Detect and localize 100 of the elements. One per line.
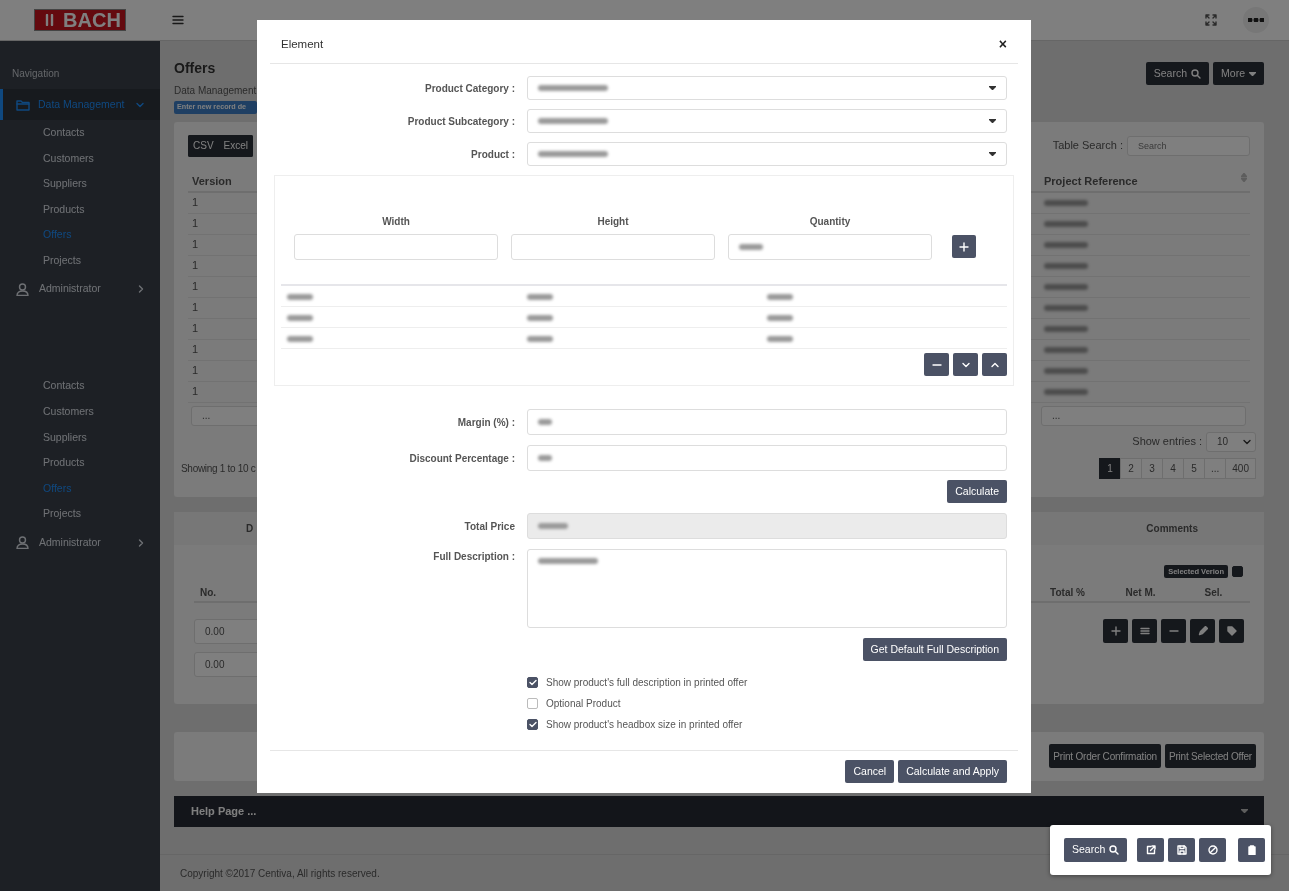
- sidebar-link[interactable]: Products: [0, 196, 160, 223]
- list-button[interactable]: [1132, 619, 1157, 644]
- print-button[interactable]: Print Selected Offer: [1164, 744, 1256, 769]
- table-cell-text: 1: [191, 237, 200, 253]
- open-button[interactable]: [1137, 838, 1165, 862]
- page-link[interactable]: 5: [1182, 457, 1205, 479]
- edit-button[interactable]: [1190, 619, 1215, 644]
- sidebar-group[interactable]: Administrator: [0, 527, 160, 559]
- page-link[interactable]: 1: [1098, 457, 1121, 479]
- more-button[interactable]: More: [1213, 62, 1264, 85]
- table-search-field[interactable]: Search: [1127, 135, 1250, 156]
- table-cell-text: 1: [191, 279, 200, 295]
- search-button[interactable]: Search: [1145, 62, 1210, 85]
- check-icon: [528, 721, 537, 728]
- table-cell-text: 1: [191, 216, 200, 232]
- checkbox[interactable]: [527, 719, 538, 730]
- plus-icon: [959, 241, 969, 252]
- chevron-down-icon: [136, 101, 144, 108]
- calculate-button[interactable]: Calculate: [947, 480, 1007, 503]
- search-label: Table Search :: [1052, 138, 1123, 154]
- add-button[interactable]: [1103, 619, 1128, 644]
- column-label: Width: [382, 215, 410, 229]
- help-bar[interactable]: Help Page ...: [174, 795, 1264, 827]
- description-field[interactable]: [527, 549, 1007, 628]
- sidebar-group[interactable]: Data Management: [0, 89, 160, 120]
- field-label: Discount Percentage :: [408, 451, 515, 466]
- selected-version-checkbox[interactable]: [1232, 566, 1243, 577]
- select-field[interactable]: [527, 76, 1007, 100]
- input-field[interactable]: [728, 234, 932, 260]
- logo-mark-icon: [45, 14, 56, 26]
- caret-icon: [1241, 809, 1248, 814]
- tag-icon: [1226, 626, 1237, 637]
- sidebar-group[interactable]: Administrator: [0, 273, 160, 305]
- column-header[interactable]: Version: [188, 172, 257, 190]
- column-header: Total %: [1049, 585, 1086, 600]
- select-field[interactable]: [527, 109, 1007, 133]
- caret-icon: [989, 119, 996, 123]
- tag-button[interactable]: [1219, 619, 1244, 644]
- cancel-icon: [1207, 845, 1218, 855]
- tab-label[interactable]: D: [246, 520, 254, 536]
- remove-button[interactable]: [1161, 619, 1186, 644]
- select-field[interactable]: [527, 142, 1007, 166]
- print-button[interactable]: Print Order Confirmation: [1049, 744, 1161, 769]
- page-link[interactable]: 3: [1140, 457, 1163, 479]
- page-link[interactable]: 400: [1225, 457, 1256, 479]
- chevron-down-icon: [1243, 438, 1251, 445]
- check-icon: [528, 679, 537, 686]
- chevron-down-icon: [961, 361, 970, 368]
- input-field[interactable]: [527, 409, 1007, 435]
- sidebar-link[interactable]: Customers: [0, 145, 160, 172]
- sidebar-link[interactable]: Suppliers: [0, 424, 160, 451]
- sidebar-link[interactable]: Contacts: [0, 120, 160, 146]
- logo-text: BACH: [63, 8, 121, 33]
- sidebar-link[interactable]: Projects: [0, 247, 160, 274]
- cancel-button[interactable]: Cancel: [845, 760, 895, 783]
- column-header: Sel.: [1203, 585, 1224, 600]
- page-link[interactable]: 2: [1119, 457, 1142, 479]
- column-header[interactable]: Project Reference: [1044, 172, 1138, 190]
- copyright-text: Copyright ©2017 Centiva, All rights reserved.: [180, 867, 380, 879]
- checkbox[interactable]: [527, 677, 538, 688]
- remove-button[interactable]: [924, 353, 949, 376]
- fullscreen-icon[interactable]: [1205, 14, 1217, 26]
- more-options-button[interactable]: [1243, 7, 1269, 33]
- entries-label: Show entries :: [1132, 434, 1202, 450]
- move-down-button[interactable]: [953, 353, 978, 376]
- list-icon: [1139, 626, 1150, 637]
- filter-field[interactable]: ...: [1041, 405, 1246, 426]
- clipboard-button[interactable]: [1238, 838, 1266, 862]
- entries-select[interactable]: 10: [1206, 431, 1256, 452]
- input-field[interactable]: [294, 234, 498, 260]
- checkbox-label: Optional Product: [546, 697, 621, 711]
- input-field[interactable]: [511, 234, 715, 260]
- sidebar-link[interactable]: Products: [0, 450, 160, 476]
- default-description-button[interactable]: Get Default Full Description: [862, 638, 1007, 661]
- number-field[interactable]: 0.00: [194, 652, 260, 678]
- number-field[interactable]: 0.00: [194, 619, 260, 645]
- field-label: Margin (%) :: [456, 415, 515, 430]
- page-link[interactable]: 4: [1161, 457, 1184, 479]
- sidebar-link[interactable]: Suppliers: [0, 171, 160, 197]
- sidebar-link[interactable]: Projects: [0, 501, 160, 528]
- table-cell-text: 1: [191, 195, 200, 211]
- apply-button[interactable]: Calculate and Apply: [898, 760, 1007, 783]
- clipboard-icon: [1246, 845, 1257, 855]
- dialog-title: Element: [281, 36, 324, 52]
- cancel-button[interactable]: [1199, 838, 1227, 862]
- tab-label[interactable]: Comments: [1146, 520, 1198, 536]
- folder-icon: [16, 98, 30, 111]
- column-header: Net M.: [1124, 585, 1157, 600]
- checkbox[interactable]: [527, 698, 538, 709]
- move-up-button[interactable]: [982, 353, 1007, 376]
- save-button[interactable]: [1168, 838, 1196, 862]
- add-button[interactable]: [952, 235, 976, 258]
- menu-icon[interactable]: [172, 15, 184, 25]
- sidebar-link[interactable]: Contacts: [0, 373, 160, 400]
- input-field[interactable]: [527, 445, 1007, 471]
- sidebar-link[interactable]: Customers: [0, 399, 160, 425]
- table-info: Showing 1 to 10 c: [181, 461, 256, 476]
- search-button[interactable]: Search: [1064, 838, 1128, 862]
- close-button[interactable]: ×: [998, 34, 1007, 55]
- table-cell-text: 1: [191, 300, 200, 316]
